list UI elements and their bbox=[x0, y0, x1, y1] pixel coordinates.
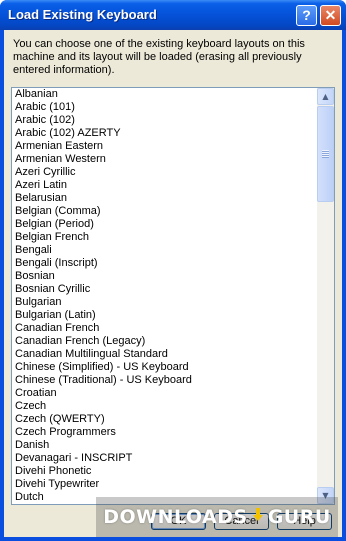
list-item[interactable]: Devanagari - INSCRIPT bbox=[15, 452, 315, 465]
list-item[interactable]: Arabic (102) bbox=[15, 114, 315, 127]
list-item[interactable]: Dutch bbox=[15, 491, 315, 504]
list-item[interactable]: Czech Programmers bbox=[15, 426, 315, 439]
keyboard-list[interactable]: Albanian Arabic (101) Arabic (102) Arabic (… bbox=[11, 87, 335, 505]
list-item[interactable]: Arabic (101) bbox=[15, 101, 315, 114]
list-item[interactable]: Canadian French (Legacy) bbox=[15, 335, 315, 348]
list-item[interactable]: Czech bbox=[15, 400, 315, 413]
list-item[interactable]: Divehi Phonetic bbox=[15, 465, 315, 478]
close-icon: ✕ bbox=[324, 7, 337, 23]
list-item[interactable]: Canadian French bbox=[15, 322, 315, 335]
cancel-button[interactable]: Cancel bbox=[214, 513, 269, 530]
list-item[interactable]: Chinese (Simplified) - US Keyboard bbox=[15, 361, 315, 374]
list-item[interactable]: Croatian bbox=[15, 387, 315, 400]
chevron-up-icon: ▲ bbox=[322, 92, 329, 101]
dialog-body: You can choose one of the existing keybo… bbox=[4, 30, 342, 537]
list-item[interactable]: Armenian Eastern bbox=[15, 140, 315, 153]
scroll-up-button[interactable]: ▲ bbox=[317, 88, 334, 105]
help-button[interactable]: Help bbox=[277, 513, 332, 530]
list-item[interactable]: Armenian Western bbox=[15, 153, 315, 166]
close-button[interactable]: ✕ bbox=[320, 5, 341, 26]
list-item[interactable]: Danish bbox=[15, 439, 315, 452]
list-item[interactable]: Arabic (102) AZERTY bbox=[15, 127, 315, 140]
list-item[interactable]: Bengali bbox=[15, 244, 315, 257]
list-item[interactable]: Azeri Latin bbox=[15, 179, 315, 192]
list-item[interactable]: Czech (QWERTY) bbox=[15, 413, 315, 426]
grip-icon bbox=[322, 150, 329, 158]
list-item[interactable]: Canadian Multilingual Standard bbox=[15, 348, 315, 361]
title-bar[interactable]: Load Existing Keyboard ? ✕ bbox=[0, 0, 346, 30]
list-item[interactable]: Bulgarian bbox=[15, 296, 315, 309]
list-item[interactable]: Belgian (Comma) bbox=[15, 205, 315, 218]
list-item[interactable]: Bosnian bbox=[15, 270, 315, 283]
ok-button[interactable]: OK bbox=[151, 513, 206, 530]
list-item[interactable]: Belarusian bbox=[15, 192, 315, 205]
dialog-window: Load Existing Keyboard ? ✕ You can choos… bbox=[0, 0, 346, 541]
chevron-down-icon: ▼ bbox=[322, 491, 329, 500]
vertical-scrollbar[interactable]: ▲ ▼ bbox=[317, 88, 334, 504]
list-item[interactable]: Bosnian Cyrillic bbox=[15, 283, 315, 296]
scroll-down-button[interactable]: ▼ bbox=[317, 487, 334, 504]
list-item[interactable]: Belgian French bbox=[15, 231, 315, 244]
list-item[interactable]: Bulgarian (Latin) bbox=[15, 309, 315, 322]
question-icon: ? bbox=[302, 7, 311, 23]
list-item[interactable]: Azeri Cyrillic bbox=[15, 166, 315, 179]
list-item[interactable]: Bengali (Inscript) bbox=[15, 257, 315, 270]
description-text: You can choose one of the existing keybo… bbox=[13, 38, 305, 76]
keyboard-list-items: Albanian Arabic (101) Arabic (102) Arabic (… bbox=[15, 88, 315, 504]
list-item[interactable]: Belgian (Period) bbox=[15, 218, 315, 231]
window-title: Load Existing Keyboard bbox=[8, 7, 157, 22]
list-item[interactable]: Chinese (Traditional) - US Keyboard bbox=[15, 374, 315, 387]
scroll-thumb[interactable] bbox=[317, 106, 334, 202]
list-item[interactable]: Albanian bbox=[15, 88, 315, 101]
list-item[interactable]: Divehi Typewriter bbox=[15, 478, 315, 491]
title-help-button[interactable]: ? bbox=[296, 5, 317, 26]
